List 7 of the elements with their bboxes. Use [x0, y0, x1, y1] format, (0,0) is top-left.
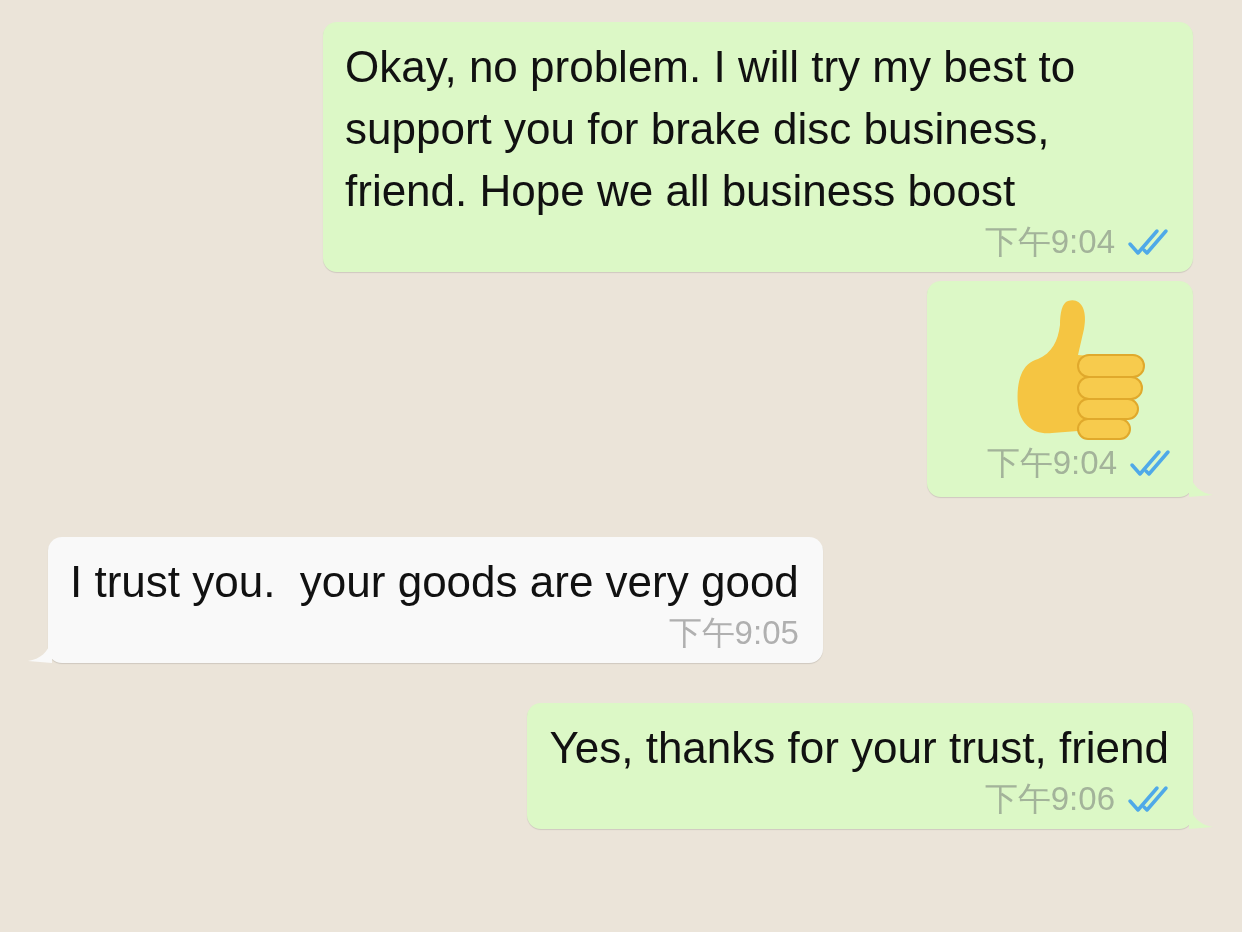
message-text: Okay, no problem. I will try my best to support you for brake disc business, friend. Hope we all business boost	[345, 41, 1077, 217]
message-time: 下午9:06	[984, 779, 1115, 819]
message-time: 下午9:04	[984, 222, 1115, 262]
message-time: 下午9:04	[986, 443, 1117, 483]
message-text: Yes, thanks for your trust, friend	[549, 722, 1169, 774]
message-text: I trust you. your goods are very good	[70, 556, 799, 608]
message-time: 下午9:05	[668, 613, 799, 653]
